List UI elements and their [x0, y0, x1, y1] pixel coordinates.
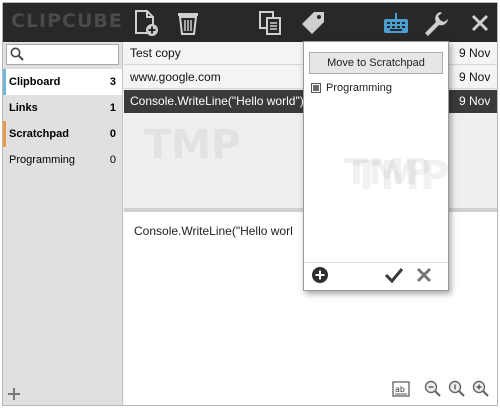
- cancel-button[interactable]: [414, 267, 434, 287]
- new-clip-icon[interactable]: [131, 8, 161, 38]
- copy-icon[interactable]: [255, 8, 285, 38]
- keyboard-icon[interactable]: [381, 8, 411, 38]
- clip-date: 9 Nov: [459, 70, 491, 84]
- app-window: CLIPCUBE Clipboard 3 Links 1 Scratchpad …: [2, 2, 498, 406]
- wrench-icon[interactable]: [421, 8, 451, 38]
- watermark: TMP: [144, 122, 241, 168]
- add-circle-icon: [311, 266, 329, 289]
- popup-folder-programming[interactable]: Programming: [311, 82, 392, 94]
- zoom-reset-icon: [448, 380, 466, 403]
- folder-color-bar: [3, 69, 6, 95]
- plus-icon: [7, 388, 21, 405]
- sidebar: Clipboard 3 Links 1 Scratchpad 0 Program…: [3, 42, 123, 405]
- popup-folder-label: Programming: [326, 82, 393, 94]
- preview-text: Console.WriteLine("Hello worl: [134, 224, 293, 238]
- folder-label: Programming: [9, 154, 76, 166]
- search-input[interactable]: [6, 44, 119, 65]
- clip-date: 9 Nov: [459, 46, 491, 60]
- trash-icon[interactable]: [173, 8, 203, 38]
- cross-icon: [415, 266, 433, 289]
- folder-label: Links: [9, 102, 38, 114]
- check-icon: [384, 266, 404, 289]
- watermark: TMP: [344, 152, 431, 193]
- sidebar-item-clipboard[interactable]: Clipboard 3: [3, 69, 122, 95]
- folder-label: Clipboard: [9, 76, 61, 88]
- folder-color-bar: [3, 121, 6, 147]
- add-folder-button[interactable]: [7, 387, 21, 405]
- text-format-button[interactable]: ab: [391, 380, 411, 402]
- preview-toolbar: ab: [391, 380, 491, 403]
- zoom-reset-button[interactable]: [447, 380, 467, 403]
- zoom-in-icon: [472, 380, 490, 403]
- zoom-in-button[interactable]: [471, 380, 491, 403]
- close-icon[interactable]: [465, 8, 495, 38]
- zoom-out-button[interactable]: [423, 380, 443, 403]
- folder-count: 0: [109, 128, 116, 140]
- clip-date: 9 Nov: [459, 94, 491, 108]
- folder-count: 0: [109, 154, 116, 166]
- text-format-icon: ab: [392, 380, 410, 402]
- sidebar-item-programming[interactable]: Programming 0: [3, 147, 122, 173]
- tag-icon[interactable]: [298, 8, 328, 38]
- add-tag-button[interactable]: [310, 266, 330, 289]
- move-to-scratchpad-button[interactable]: Move to Scratchpad: [309, 52, 443, 74]
- zoom-out-icon: [424, 380, 442, 403]
- app-logo: CLIPCUBE: [11, 10, 123, 32]
- title-bar: CLIPCUBE: [3, 3, 497, 42]
- tag-popup: Move to Scratchpad Programming TMP: [303, 41, 449, 291]
- folder-count: 3: [109, 76, 116, 88]
- confirm-button[interactable]: [384, 267, 404, 287]
- svg-text:ab: ab: [395, 385, 405, 394]
- popup-actions: [304, 262, 448, 290]
- folder-label: Scratchpad: [9, 128, 69, 140]
- sidebar-item-scratchpad[interactable]: Scratchpad 0: [3, 121, 122, 147]
- search-icon: [10, 47, 24, 66]
- folder-count: 1: [109, 102, 116, 114]
- sidebar-item-links[interactable]: Links 1: [3, 95, 122, 121]
- folder-checkbox[interactable]: [311, 83, 321, 93]
